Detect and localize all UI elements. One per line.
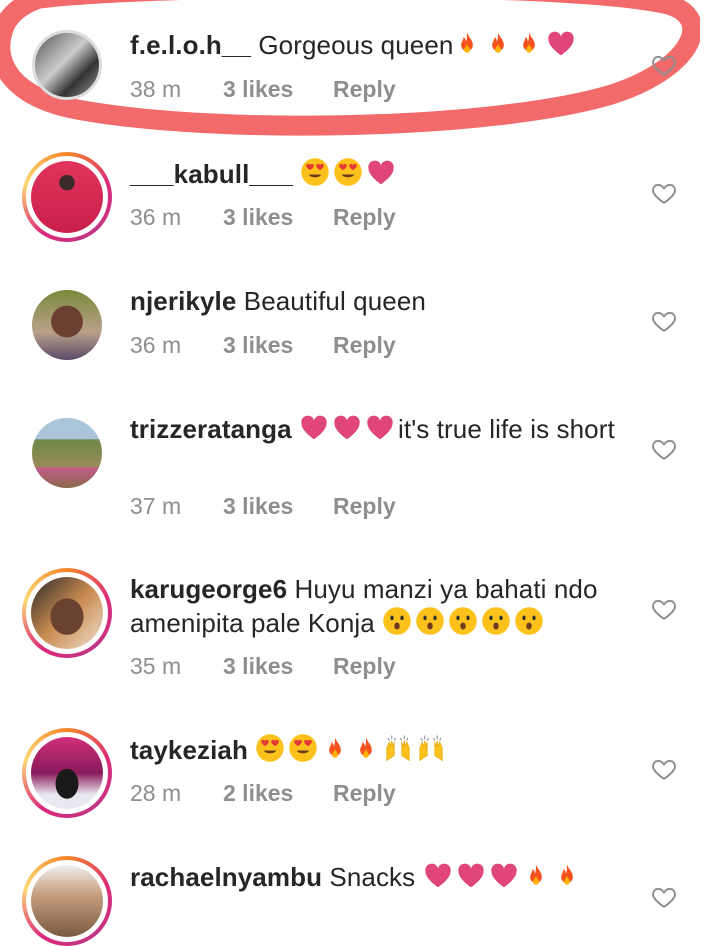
heart-eyes-emoji (255, 733, 285, 763)
comment-body: Beautiful queen (243, 286, 426, 316)
comment-text: ___kabull___ (130, 157, 630, 191)
fire-emoji (522, 862, 550, 890)
heart-eyes-emoji (333, 157, 363, 187)
comment-meta: 38 m 3 likes Reply (130, 76, 396, 103)
avatar[interactable] (22, 856, 112, 946)
comment-text: njerikyle Beautiful queen (130, 285, 630, 318)
comment-likes[interactable]: 3 likes (223, 76, 333, 103)
comment-meta: 36 m 3 likes Reply (130, 332, 396, 359)
like-heart-icon[interactable] (651, 756, 677, 782)
hushed-face-emoji (514, 606, 544, 636)
reply-button[interactable]: Reply (333, 780, 396, 807)
comment-body: Gorgeous queen (258, 30, 454, 60)
pink-heart-emoji (423, 862, 453, 890)
comment-likes[interactable]: 3 likes (223, 493, 333, 520)
reply-button[interactable]: Reply (333, 653, 396, 680)
hushed-face-emoji (415, 606, 445, 636)
reply-button[interactable]: Reply (333, 332, 396, 359)
avatar[interactable] (22, 728, 112, 818)
comment-text: f.e.l.o.h__ Gorgeous queen (130, 29, 630, 62)
comment-likes[interactable]: 3 likes (223, 204, 333, 231)
raising-hands-emoji (383, 733, 413, 763)
like-heart-icon[interactable] (651, 308, 677, 334)
comment-username[interactable]: njerikyle (130, 286, 236, 316)
avatar[interactable] (22, 20, 112, 110)
fire-emoji (453, 30, 481, 58)
comment-time: 36 m (130, 332, 182, 358)
comment-username[interactable]: rachaelnyambu (130, 862, 322, 892)
like-heart-icon[interactable] (651, 52, 677, 78)
fire-emoji (321, 735, 349, 763)
comment-text: rachaelnyambu Snacks (130, 861, 630, 894)
like-heart-icon[interactable] (651, 596, 677, 622)
comment-meta: 35 m 3 likes Reply (130, 653, 396, 680)
hushed-face-emoji (448, 606, 478, 636)
pink-heart-emoji (456, 862, 486, 890)
pink-heart-emoji (546, 30, 576, 58)
like-heart-icon[interactable] (651, 436, 677, 462)
pink-heart-emoji (332, 414, 362, 442)
fire-emoji (515, 30, 543, 58)
avatar[interactable] (22, 280, 112, 370)
hushed-face-emoji (382, 606, 412, 636)
comment-likes[interactable]: 3 likes (223, 332, 333, 359)
fire-emoji (484, 30, 512, 58)
pink-heart-emoji (489, 862, 519, 890)
pink-heart-emoji (365, 414, 395, 442)
comment-body: Snacks (329, 862, 416, 892)
comment-meta: 28 m 2 likes Reply (130, 780, 396, 807)
comment-username[interactable]: karugeorge6 (130, 574, 287, 604)
pink-heart-emoji (299, 414, 329, 442)
pink-heart-emoji (366, 159, 396, 187)
comment-username[interactable]: ___kabull___ (130, 159, 293, 189)
like-heart-icon[interactable] (651, 884, 677, 910)
comment-username[interactable]: f.e.l.o.h__ (130, 30, 251, 60)
heart-eyes-emoji (300, 157, 330, 187)
like-heart-icon[interactable] (651, 180, 677, 206)
comment-time: 28 m (130, 780, 182, 806)
comment-meta: 37 m 3 likes Reply (130, 493, 396, 520)
comment-text: karugeorge6 Huyu manzi ya bahati ndo ame… (130, 573, 630, 640)
reply-button[interactable]: Reply (333, 493, 396, 520)
comment-time: 36 m (130, 204, 182, 230)
comment-likes[interactable]: 2 likes (223, 780, 333, 807)
comment-username[interactable]: trizzeratanga (130, 414, 292, 444)
heart-eyes-emoji (288, 733, 318, 763)
comment-time: 37 m (130, 493, 182, 519)
comment-time: 35 m (130, 653, 182, 679)
comment-body: it's true life is short (398, 414, 615, 444)
comment-time: 38 m (130, 76, 182, 102)
hushed-face-emoji (481, 606, 511, 636)
avatar[interactable] (22, 568, 112, 658)
avatar[interactable] (22, 152, 112, 242)
comment-text: trizzeratanga it's true life is short (130, 413, 630, 446)
fire-emoji (553, 862, 581, 890)
comment-text: taykeziah (130, 733, 630, 767)
avatar[interactable] (22, 408, 112, 498)
reply-button[interactable]: Reply (333, 76, 396, 103)
reply-button[interactable]: Reply (333, 204, 396, 231)
raising-hands-emoji (416, 733, 446, 763)
comment-username[interactable]: taykeziah (130, 735, 248, 765)
comment-likes[interactable]: 3 likes (223, 653, 333, 680)
fire-emoji (352, 735, 380, 763)
comment-meta: 36 m 3 likes Reply (130, 204, 396, 231)
